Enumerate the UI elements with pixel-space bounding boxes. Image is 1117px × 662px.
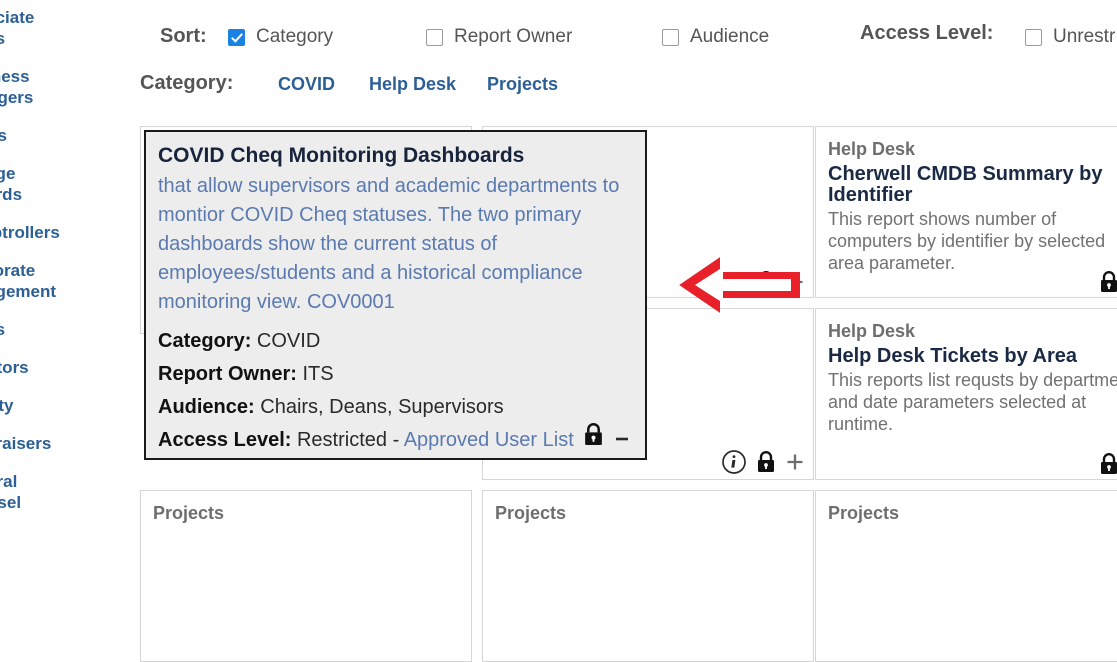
sort-option-report-owner[interactable]: Report Owner bbox=[426, 26, 572, 48]
plus-icon[interactable] bbox=[785, 452, 805, 472]
report-detail-tooltip: COVID Cheq Monitoring Dashboards that al… bbox=[144, 130, 647, 460]
report-card[interactable]: Projects bbox=[140, 490, 472, 662]
sidebar-item-associate-deans[interactable]: Associate Deans bbox=[0, 7, 104, 49]
filter-bar: Sort: Category Report Owner Audience Acc… bbox=[140, 0, 1117, 62]
card-category: Help Desk bbox=[828, 139, 1117, 160]
lock-icon[interactable] bbox=[583, 423, 604, 446]
sort-report-owner-checkbox[interactable] bbox=[426, 29, 443, 46]
sidebar-item-general-counsel[interactable]: General Counsel bbox=[0, 471, 104, 513]
category-nav-label: Category: bbox=[140, 72, 233, 95]
sidebar-item-chairs[interactable]: Chairs bbox=[0, 125, 104, 146]
approved-user-list-link[interactable]: Approved User List bbox=[404, 429, 574, 451]
access-unrestricted-label: Unrestr bbox=[1053, 26, 1115, 48]
sidebar-item-grant[interactable]: Grant bbox=[0, 530, 104, 551]
tooltip-owner-row: Report Owner: ITS bbox=[158, 358, 633, 391]
tooltip-actions bbox=[583, 423, 631, 446]
sort-report-owner-label: Report Owner bbox=[454, 26, 572, 48]
tooltip-audience-row: Audience: Chairs, Deans, Supervisors bbox=[158, 391, 633, 424]
access-level-label: Access Level: bbox=[860, 22, 993, 45]
tooltip-owner-value: ITS bbox=[302, 363, 333, 385]
lock-icon[interactable] bbox=[1099, 453, 1117, 475]
tooltip-title: COVID Cheq Monitoring Dashboards bbox=[158, 143, 633, 169]
card-title: Cherwell CMDB Summary by Identifier bbox=[828, 164, 1117, 206]
card-description: This report shows number of computers by… bbox=[828, 208, 1117, 274]
card-actions bbox=[721, 449, 805, 475]
tooltip-category-key: Category: bbox=[158, 330, 251, 352]
access-unrestricted-checkbox[interactable] bbox=[1025, 29, 1042, 46]
sidebar-item-directors[interactable]: Directors bbox=[0, 357, 104, 378]
tooltip-metadata: Category: COVID Report Owner: ITS Audien… bbox=[158, 325, 633, 457]
sort-category-checkbox[interactable] bbox=[228, 29, 245, 46]
card-category: Projects bbox=[495, 503, 813, 524]
card-actions bbox=[756, 271, 805, 293]
sidebar-item-comptrollers[interactable]: Comptrollers bbox=[0, 222, 104, 243]
sidebar-item-faculty[interactable]: Faculty bbox=[0, 395, 104, 416]
tooltip-audience-value: Chairs, Deans, Supervisors bbox=[260, 396, 503, 418]
sidebar: Associate Deans Business Managers Chairs… bbox=[0, 0, 134, 532]
card-category: Projects bbox=[153, 503, 471, 524]
card-actions bbox=[1099, 271, 1117, 293]
sidebar-item-corporate-engagement[interactable]: Corporate Engagement bbox=[0, 260, 104, 302]
sort-audience-label: Audience bbox=[690, 26, 769, 48]
tooltip-description: that allow supervisors and academic depa… bbox=[158, 172, 633, 317]
lock-icon[interactable] bbox=[1099, 271, 1117, 293]
card-description: This reports list requsts by department … bbox=[828, 369, 1117, 435]
card-category: Projects bbox=[828, 503, 1117, 524]
tooltip-owner-key: Report Owner: bbox=[158, 363, 297, 385]
category-link-projects[interactable]: Projects bbox=[487, 74, 558, 95]
info-icon[interactable] bbox=[721, 449, 747, 475]
lock-icon[interactable] bbox=[756, 271, 776, 293]
sidebar-item-fundraisers[interactable]: Fundraisers bbox=[0, 433, 104, 454]
report-card[interactable]: Help Desk Cherwell CMDB Summary by Ident… bbox=[815, 126, 1117, 298]
tooltip-access-key: Access Level: bbox=[158, 429, 291, 451]
report-card[interactable]: Projects bbox=[482, 490, 814, 662]
sidebar-item-college-records[interactable]: College Records bbox=[0, 163, 104, 205]
sidebar-item-deans[interactable]: Deans bbox=[0, 319, 104, 340]
tooltip-category-row: Category: COVID bbox=[158, 325, 633, 358]
tooltip-audience-key: Audience: bbox=[158, 396, 255, 418]
card-category: Help Desk bbox=[828, 321, 1117, 342]
access-option-unrestricted[interactable]: Unrestr bbox=[1025, 26, 1115, 48]
sort-option-category[interactable]: Category bbox=[228, 26, 333, 48]
category-link-covid[interactable]: COVID bbox=[278, 74, 335, 95]
tooltip-access-row: Access Level: Restricted - Approved User… bbox=[158, 424, 633, 457]
sort-label: Sort: bbox=[160, 25, 207, 48]
minus-icon[interactable] bbox=[613, 425, 631, 445]
sidebar-item-business-managers[interactable]: Business Managers bbox=[0, 66, 104, 108]
sort-option-audience[interactable]: Audience bbox=[662, 26, 769, 48]
report-card[interactable]: Projects bbox=[815, 490, 1117, 662]
lock-icon[interactable] bbox=[756, 451, 776, 473]
plus-icon[interactable] bbox=[785, 272, 805, 292]
sort-category-label: Category bbox=[256, 26, 333, 48]
card-actions bbox=[1099, 453, 1117, 475]
tooltip-category-value: COVID bbox=[257, 330, 320, 352]
tooltip-access-value: Restricted - bbox=[297, 429, 399, 451]
category-link-help-desk[interactable]: Help Desk bbox=[369, 74, 456, 95]
report-card[interactable]: Help Desk Help Desk Tickets by Area This… bbox=[815, 308, 1117, 480]
card-title: Help Desk Tickets by Area bbox=[828, 346, 1117, 367]
sort-audience-checkbox[interactable] bbox=[662, 29, 679, 46]
